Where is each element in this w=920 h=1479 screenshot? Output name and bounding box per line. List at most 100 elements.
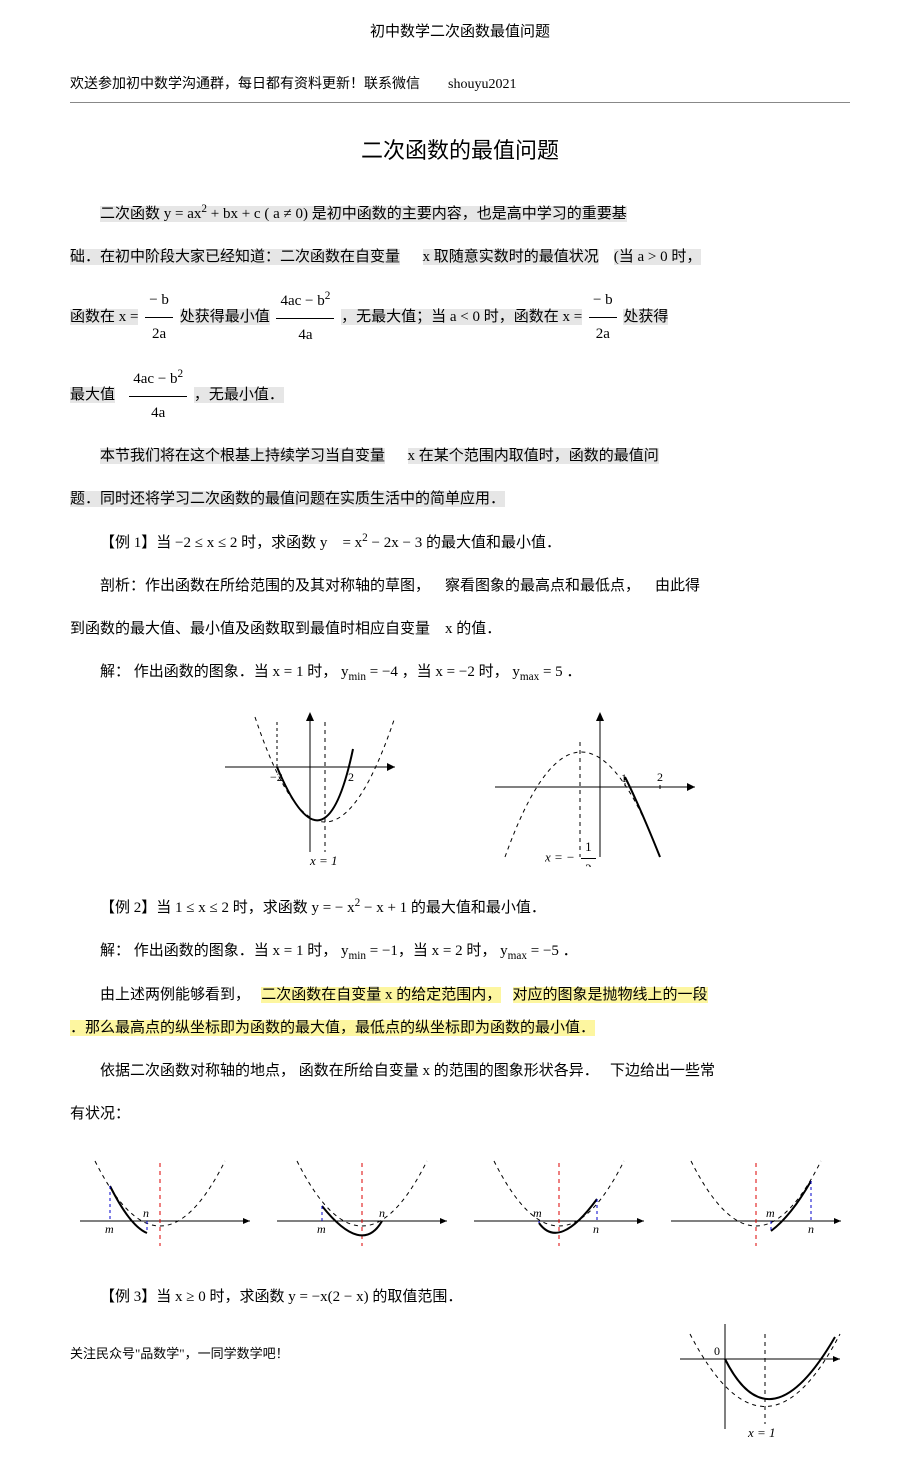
- hlp-d: ．那么最高点的纵坐标即为函数的最大值，最低点的纵坐标即为函数的最小值．: [70, 1020, 595, 1036]
- main-title: 二次函数的最值问题: [70, 133, 850, 168]
- c3-n: n: [593, 1222, 599, 1236]
- p4-b: ，无最小值．: [194, 387, 284, 403]
- header-rule: [70, 102, 850, 103]
- graph-row-1: −2 2 x = 1 1 2 x = − 1: [70, 707, 850, 867]
- g5-x1: x = 1: [747, 1425, 776, 1439]
- ex1-a: 【例 1】当 −2 ≤ x ≤ 2 时，求函数 y: [100, 535, 327, 551]
- ana-c: 由此得: [655, 578, 700, 594]
- g2-lbl-xhalf-den: 2: [581, 859, 596, 867]
- frac-num-2: 4ac − b: [280, 293, 324, 309]
- intro-p6: 题．同时还将学习二次函数的最值问题在实质生活中的简单应用．: [70, 483, 850, 516]
- ana-a: 剖析：作出函数在所给范围的及其对称轴的草图，: [100, 578, 430, 594]
- ex2-b: − x + 1 的最大值和最小值．: [360, 900, 546, 916]
- frac-num-4: 4ac − b: [133, 371, 177, 387]
- p2-c: (当 a > 0 时，: [614, 249, 702, 265]
- intro-p1-hl: 二次函数 y = ax2 + bx + c ( a ≠ 0) 是初中函数的主要内…: [100, 206, 627, 222]
- intro-p3: 函数在 x = − b 2a 处获得最小值 4ac − b2 4a ，无最大值；…: [70, 284, 850, 352]
- sol1-c: = 5 ．: [539, 664, 581, 680]
- case-graph-1: m n: [75, 1151, 255, 1261]
- p7-b: 下边给出一些常: [610, 1063, 715, 1079]
- sol1-a: 解： 作出函数的图象．当 x = 1 时， y: [100, 664, 348, 680]
- p6: 题．同时还将学习二次函数的最值问题在实质生活中的简单应用．: [70, 491, 505, 507]
- ana2-a: 到函数的最大值、最小值及函数取到最值时相应自变量: [70, 621, 430, 637]
- notice-wechat: shouyu2021: [448, 77, 516, 92]
- sol2-c: = −5 ．: [527, 943, 578, 959]
- sub-max-2: max: [508, 950, 527, 962]
- frac-minval: 4ac − b2 4a: [276, 284, 334, 352]
- graph-2-parabola-down: 1 2 x = − 1 2: [485, 707, 705, 867]
- sol2-a: 解： 作出函数的图象．当 x = 1 时， y: [100, 943, 348, 959]
- intro-p2: 础．在初中阶段大家已经知道：二次函数在自变量 x 取随意实数时的最值状况 (当 …: [70, 241, 850, 274]
- cases-intro-b: 有状况：: [70, 1098, 850, 1131]
- g1-lbl-x1: x = 1: [309, 853, 338, 867]
- c3-m: m: [533, 1206, 542, 1220]
- g2-lbl-2: 2: [657, 770, 663, 784]
- p3-a: 函数在 x =: [70, 309, 138, 325]
- frac-maxval: 4ac − b2 4a: [129, 362, 187, 430]
- page-top-title: 初中数学二次函数最值问题: [70, 20, 850, 44]
- sol2-b: = −1，当 x = 2 时， y: [366, 943, 508, 959]
- frac-den-4: 4a: [151, 405, 165, 421]
- p2-a: 础．在初中阶段大家已经知道：二次函数在自变量: [70, 249, 400, 265]
- g2-lbl-xhalf-a: x = −: [545, 850, 575, 865]
- frac-num-3: − b: [593, 292, 613, 308]
- c1-m: m: [105, 1222, 114, 1236]
- graph-row-cases: m n m n m n: [70, 1151, 850, 1261]
- hlp-a: 由上述两例能够看到，: [100, 987, 250, 1003]
- c1-n: n: [143, 1206, 149, 1220]
- p4-a: 最大值: [70, 387, 115, 403]
- analysis-1b: 到函数的最大值、最小值及函数取到最值时相应自变量 x 的值．: [70, 613, 850, 646]
- notice-line: 欢送参加初中数学沟通群，每日都有资料更新！联系微信 shouyu2021: [70, 74, 850, 96]
- ana-b: 察看图象的最高点和最低点，: [445, 578, 640, 594]
- graph-ex3: 0 x = 1: [670, 1319, 850, 1439]
- notice-prefix: 欢送参加初中数学沟通群，每日都有资料更新！联系微信: [70, 77, 420, 92]
- frac-num-1: − b: [149, 292, 169, 308]
- intro-p5: 本节我们将在这个根基上持续学习当自变量 x 在某个范围内取值时，函数的最值问: [70, 440, 850, 473]
- frac-vertex-x2: − b 2a: [589, 284, 617, 351]
- frac-den-3: 2a: [596, 326, 610, 342]
- c4-n: n: [808, 1222, 814, 1236]
- p5-b: x 在某个范围内取值时，函数的最值问: [408, 448, 659, 464]
- solution-2: 解： 作出函数的图象．当 x = 1 时， ymin = −1，当 x = 2 …: [70, 935, 850, 969]
- ex1-b: = x: [342, 535, 362, 551]
- sub-min-2: min: [348, 950, 366, 962]
- p3-b: 处获得最小值: [180, 309, 270, 325]
- sub-max-1: max: [520, 671, 539, 683]
- frac-den-1: 2a: [152, 326, 166, 342]
- example-3: 【例 3】当 x ≥ 0 时，求函数 y = −x(2 − x) 的取值范围．: [70, 1281, 850, 1314]
- g5-0: 0: [714, 1344, 720, 1358]
- p1-b: + bx + c ( a ≠ 0) 是初中函数的主要内容，也是高中学习的重要基: [207, 206, 627, 222]
- sub-min-1: min: [348, 671, 366, 683]
- frac-den-2: 4a: [298, 327, 312, 343]
- c4-m: m: [766, 1206, 775, 1220]
- case-graph-4: m n: [666, 1151, 846, 1261]
- intro-p1: 二次函数 y = ax2 + bx + c ( a ≠ 0) 是初中函数的主要内…: [70, 197, 850, 231]
- ex2-a: 【例 2】当 1 ≤ x ≤ 2 时，求函数 y = − x: [100, 900, 355, 916]
- analysis-1: 剖析：作出函数在所给范围的及其对称轴的草图， 察看图象的最高点和最低点， 由此得: [70, 570, 850, 603]
- g2-lbl-1: 1: [621, 771, 627, 785]
- p3-d: 处获得: [623, 309, 668, 325]
- example-1: 【例 1】当 −2 ≤ x ≤ 2 时，求函数 y = x2 − 2x − 3 …: [70, 526, 850, 560]
- p2-b: x 取随意实数时的最值状况: [423, 249, 599, 265]
- p5-a: 本节我们将在这个根基上持续学习当自变量: [100, 448, 385, 464]
- graph-1-parabola-up: −2 2 x = 1: [215, 707, 405, 867]
- intro-p4: 最大值 4ac − b2 4a ，无最小值．: [70, 362, 850, 430]
- p1-a: 二次函数 y = ax: [100, 206, 201, 222]
- g1-lbl-2: 2: [348, 770, 354, 784]
- p7-a: 依据二次函数对称轴的地点， 函数在所给自变量 x 的范围的图象形状各异．: [100, 1063, 599, 1079]
- c2-n: n: [379, 1206, 385, 1220]
- example-2: 【例 2】当 1 ≤ x ≤ 2 时，求函数 y = − x2 − x + 1 …: [70, 891, 850, 925]
- cases-intro: 依据二次函数对称轴的地点， 函数在所给自变量 x 的范围的图象形状各异． 下边给…: [70, 1055, 850, 1088]
- hlp-c: 对应的图象是抛物线上的一段: [513, 987, 708, 1003]
- sol1-b: = −4 ，当 x = −2 时， y: [366, 664, 520, 680]
- frac-vertex-x1: − b 2a: [145, 284, 173, 351]
- highlight-paragraph: 由上述两例能够看到， 二次函数在自变量 x 的给定范围内， 对应的图象是抛物线上…: [70, 979, 850, 1045]
- ana2-b: x 的值．: [445, 621, 501, 637]
- case-graph-2: m n: [272, 1151, 452, 1261]
- hlp-b: 二次函数在自变量 x 的给定范围内，: [261, 987, 501, 1003]
- solution-1: 解： 作出函数的图象．当 x = 1 时， ymin = −4 ，当 x = −…: [70, 656, 850, 690]
- p7-c: 有状况：: [70, 1106, 130, 1122]
- p3-c: ，无最大值；当 a < 0 时，函数在 x =: [341, 309, 582, 325]
- case-graph-3: m n: [469, 1151, 649, 1261]
- g2-lbl-xhalf-num: 1: [581, 837, 596, 859]
